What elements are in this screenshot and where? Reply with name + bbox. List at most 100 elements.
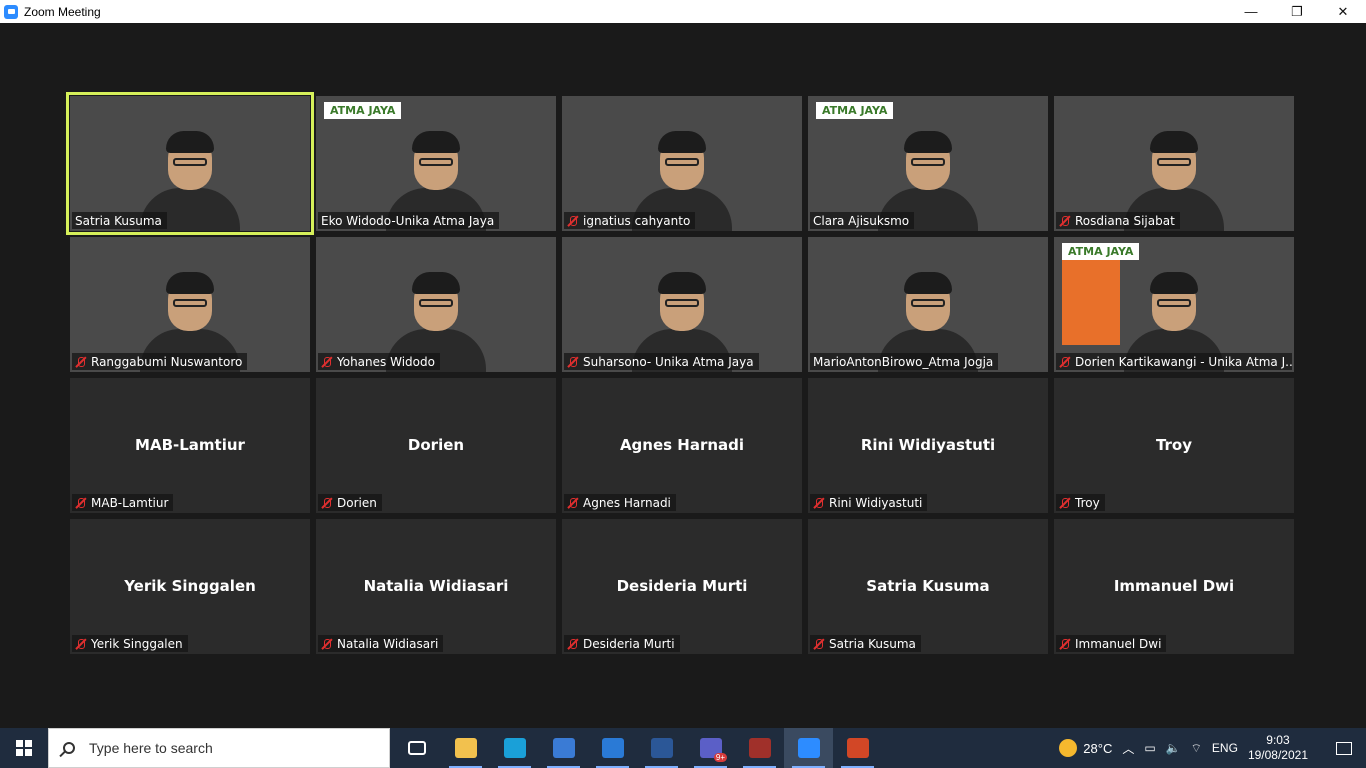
video-tile[interactable]: Yohanes Widodo (316, 237, 556, 372)
meeting-area: Satria Kusuma ATMA JAYA Eko Widodo-Unika A… (0, 23, 1366, 728)
participant-name-tag: Troy (1056, 494, 1105, 511)
participant-tile[interactable]: Agnes Harnadi Agnes Harnadi (562, 378, 802, 513)
taskbar-search[interactable]: Type here to search (48, 728, 390, 768)
video-tile[interactable]: ATMA JAYA Eko Widodo-Unika Atma Jaya (316, 96, 556, 231)
participant-name: Suharsono- Unika Atma Jaya (583, 354, 754, 369)
participant-name: Natalia Widiasari (337, 636, 439, 651)
participant-name: Satria Kusuma (75, 213, 162, 228)
participant-display-name: Yerik Singgalen (124, 577, 256, 595)
participant-name-tag: Clara Ajisuksmo (810, 212, 915, 229)
video-tile[interactable]: ATMA JAYA Clara Ajisuksmo (808, 96, 1048, 231)
gallery-grid: Satria Kusuma ATMA JAYA Eko Widodo-Unika A… (66, 92, 1296, 654)
institution-logo: ATMA JAYA (1062, 243, 1140, 260)
winrar-taskbar-button[interactable] (735, 728, 784, 768)
participant-name-tag: Satria Kusuma (72, 212, 167, 229)
muted-mic-icon (1059, 638, 1071, 650)
store-taskbar-button[interactable] (539, 728, 588, 768)
taskbar-apps: 9+ (392, 728, 882, 768)
windows-logo-icon (16, 740, 32, 756)
weather-widget[interactable]: 28°C (1059, 739, 1112, 757)
powerpoint-taskbar-button[interactable] (833, 728, 882, 768)
participant-name: MarioAntonBirowo_Atma Jogja (813, 354, 994, 369)
video-tile[interactable]: Suharsono- Unika Atma Jaya (562, 237, 802, 372)
participant-name: Troy (1075, 495, 1100, 510)
weather-temperature: 28°C (1083, 740, 1113, 756)
participant-tile[interactable]: Natalia Widiasari Natalia Widiasari (316, 519, 556, 654)
participant-name: Satria Kusuma (829, 636, 916, 651)
winrar-icon (748, 738, 771, 758)
video-tile[interactable]: Ranggabumi Nuswantoro (70, 237, 310, 372)
participant-name: Ranggabumi Nuswantoro (91, 354, 243, 369)
participant-display-name: Rini Widiyastuti (860, 436, 996, 454)
participant-name: Desideria Murti (583, 636, 675, 651)
powerpoint-icon (846, 738, 869, 758)
file-explorer-taskbar-button[interactable] (441, 728, 490, 768)
mail-icon (601, 738, 624, 758)
word-taskbar-button[interactable] (637, 728, 686, 768)
participant-name-tag: Dorien Kartikawangi - Unika Atma J... (1056, 353, 1292, 370)
weather-sun-icon (1059, 739, 1078, 757)
participant-name: Eko Widodo-Unika Atma Jaya (321, 213, 495, 228)
participant-name: Rini Widiyastuti (829, 495, 923, 510)
video-tile[interactable]: ignatius cahyanto (562, 96, 802, 231)
participant-name: Dorien Kartikawangi - Unika Atma J... (1075, 354, 1292, 369)
participant-tile[interactable]: Desideria Murti Desideria Murti (562, 519, 802, 654)
muted-mic-icon (321, 356, 333, 368)
participant-tile[interactable]: MAB-Lamtiur MAB-Lamtiur (70, 378, 310, 513)
muted-mic-icon (567, 356, 579, 368)
wifi-icon[interactable]: ⌔ (1191, 741, 1202, 756)
participant-tile[interactable]: Troy Troy (1054, 378, 1294, 513)
muted-mic-icon (1059, 497, 1071, 509)
clock[interactable]: 9:03 19/08/2021 (1248, 733, 1308, 763)
participant-tile[interactable]: Rini Widiyastuti Rini Widiyastuti (808, 378, 1048, 513)
participant-name-tag: MAB-Lamtiur (72, 494, 174, 511)
participant-tile[interactable]: Dorien Dorien (316, 378, 556, 513)
task-view-icon (407, 741, 426, 755)
participant-tile[interactable]: Immanuel Dwi Immanuel Dwi (1054, 519, 1294, 654)
minimize-button[interactable]: — (1228, 0, 1274, 23)
clock-time: 9:03 (1266, 733, 1290, 747)
participant-name: Dorien (337, 495, 377, 510)
participant-name: Yohanes Widodo (337, 354, 435, 369)
store-icon (552, 738, 575, 758)
participant-tile[interactable]: Yerik Singgalen Yerik Singgalen (70, 519, 310, 654)
participant-display-name: Troy (1155, 436, 1193, 454)
video-tile[interactable]: MarioAntonBirowo_Atma Jogja (808, 237, 1048, 372)
teams-taskbar-button[interactable]: 9+ (686, 728, 735, 768)
participant-tile[interactable]: Satria Kusuma Satria Kusuma (808, 519, 1048, 654)
participant-name: Rosdiana Sijabat (1075, 213, 1175, 228)
battery-icon[interactable]: ▭ (1144, 741, 1155, 755)
participant-name: Clara Ajisuksmo (813, 213, 910, 228)
video-tile[interactable]: ATMA JAYA Dorien Kartikawangi - Unika Atm… (1054, 237, 1294, 372)
edge-taskbar-button[interactable] (490, 728, 539, 768)
notification-button[interactable] (1322, 728, 1366, 768)
muted-mic-icon (567, 215, 579, 227)
video-tile[interactable]: Satria Kusuma (66, 92, 314, 235)
muted-mic-icon (75, 638, 87, 650)
participant-name-tag: Suharsono- Unika Atma Jaya (564, 353, 759, 370)
notification-badge: 9+ (713, 753, 727, 762)
video-tile[interactable]: Rosdiana Sijabat (1054, 96, 1294, 231)
mail-taskbar-button[interactable] (588, 728, 637, 768)
file-explorer-icon (454, 738, 477, 758)
muted-mic-icon (1059, 356, 1071, 368)
zoom-taskbar-button[interactable] (784, 728, 833, 768)
participant-name-tag: Rosdiana Sijabat (1056, 212, 1180, 229)
muted-mic-icon (75, 497, 87, 509)
close-button[interactable]: ✕ (1320, 0, 1366, 23)
start-button[interactable] (0, 728, 48, 768)
title-bar: Zoom Meeting — ❐ ✕ (0, 0, 1366, 23)
participant-name-tag: Satria Kusuma (810, 635, 921, 652)
participant-name-tag: Natalia Widiasari (318, 635, 444, 652)
volume-icon[interactable]: 🔈 (1166, 741, 1181, 755)
participant-display-name: MAB-Lamtiur (135, 436, 245, 454)
task-view-taskbar-button[interactable] (392, 728, 441, 768)
participant-name: Agnes Harnadi (583, 495, 671, 510)
language-indicator[interactable]: ENG (1212, 741, 1238, 755)
clock-date: 19/08/2021 (1247, 748, 1308, 762)
participant-display-name: Satria Kusuma (866, 577, 990, 595)
chevron-up-icon[interactable]: ︿ (1122, 740, 1134, 757)
search-icon (49, 742, 89, 754)
restore-button[interactable]: ❐ (1274, 0, 1320, 23)
participant-name-tag: Rini Widiyastuti (810, 494, 928, 511)
